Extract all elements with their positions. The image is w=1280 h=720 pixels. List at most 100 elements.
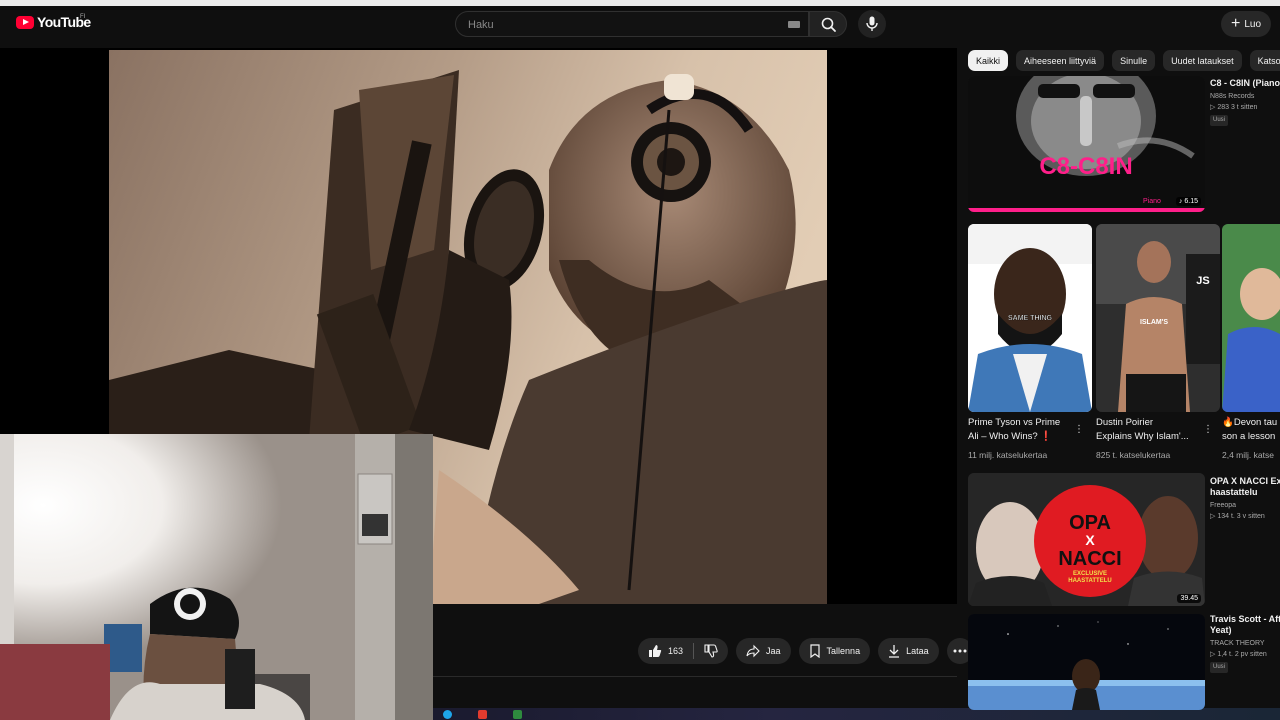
short-title-line1: Prime Tyson vs Prime [968, 417, 1061, 428]
c8-thumbnail-subtitle: Piano [1143, 198, 1161, 205]
game-taskbar-icon[interactable] [513, 710, 522, 719]
video-stats-text: 134 t. 3 v sitten [1217, 513, 1265, 520]
video-title[interactable]: C8 - C8IN (Piano [1210, 78, 1280, 89]
new-badge: Uusi [1210, 662, 1229, 673]
video-title[interactable]: Travis Scott - Aft [1210, 614, 1280, 625]
poirier-short-image: JS ISLAM'S [1096, 224, 1220, 412]
more-horizontal-icon [953, 649, 967, 653]
short-title[interactable]: 🔥Devon tau son a lesson [1222, 416, 1280, 444]
search-input[interactable] [468, 17, 768, 32]
thumbs-up-icon [649, 645, 662, 657]
like-button[interactable]: 163 [638, 638, 693, 664]
like-count: 163 [668, 646, 684, 656]
webcam-overlay [0, 434, 433, 720]
chip-related[interactable]: Aiheeseen liittyviä [1016, 50, 1105, 71]
short-menu-icon[interactable]: ⋮ [1074, 424, 1084, 435]
video-stats: ▷ 134 t. 3 v sitten [1210, 511, 1280, 522]
arena-logo-text: JS [1196, 275, 1209, 287]
duration-value: 6.15 [1184, 198, 1198, 205]
short-title-line1: Dustin Poirier [1096, 417, 1154, 428]
region-code: FI [80, 14, 86, 20]
bookmark-icon [809, 644, 820, 658]
search-box[interactable] [455, 11, 809, 37]
save-label: Tallenna [826, 646, 861, 656]
short-title[interactable]: Dustin Poirier Explains Why Islam'... [1096, 416, 1208, 444]
short-menu-icon[interactable]: ⋮ [1203, 424, 1213, 435]
filter-chips: Kaikki Aiheeseen liittyviä Sinulle Uudet… [968, 50, 1280, 72]
browser-taskbar-icon[interactable] [443, 710, 452, 719]
short-caption: ISLAM'S [1140, 319, 1168, 326]
video-thumbnail[interactable]: OPA X NACCI EXCLUSIVE HAASTATTELU 39.45 [968, 473, 1205, 606]
video-stats: ▷ 1,4 t. 2 pv sitten [1210, 649, 1280, 660]
video-thumbnail[interactable] [968, 614, 1205, 710]
chip-watched[interactable]: Katsot [1249, 50, 1280, 71]
download-icon [889, 645, 900, 658]
search-icon [821, 17, 836, 32]
travis-thumbnail-image [968, 614, 1205, 710]
create-label: Luo [1244, 18, 1262, 30]
short-views: 2,4 milj. katse [1222, 450, 1274, 460]
chip-all[interactable]: Kaikki [968, 50, 1009, 71]
thumbs-down-icon [704, 644, 718, 658]
save-button[interactable]: Tallenna [798, 638, 871, 664]
description-strip [433, 676, 957, 706]
plus-icon: + [1230, 15, 1241, 32]
video-meta: Travis Scott - Aft Yeat) TRACK THEORY ▷ … [1210, 614, 1280, 673]
video-meta: OPA X NACCI Exc haastattelu Freeopa ▷ 13… [1210, 476, 1280, 522]
short-caption: SAME THING [1008, 315, 1053, 322]
new-badge: Uusi [1210, 115, 1229, 126]
download-label: Lataa [906, 646, 929, 656]
short-thumbnail[interactable]: JS ISLAM'S [1096, 224, 1220, 412]
thumbnail-text-nacci: NACCI [1058, 548, 1121, 570]
thumbnail-text-x: X [1085, 532, 1095, 548]
c8-thumbnail-image: C8-C8IN Piano [968, 76, 1205, 212]
short-title-line2: Explains Why Islam'... [1096, 431, 1189, 442]
video-duration: 39.45 [1177, 594, 1201, 603]
video-thumbnail[interactable]: C8-C8IN Piano ♪ 6.15 [968, 76, 1205, 212]
action-bar: 163 Jaa Tallenna Lataa [638, 638, 973, 664]
video-meta: C8 - C8IN (Piano N88s Records ▷ 283 3 t … [1210, 78, 1280, 126]
short-title-line2: son a lesson [1222, 431, 1276, 442]
voice-search-button[interactable] [858, 10, 886, 38]
thumbnail-text-opa: OPA [1069, 512, 1111, 534]
video-stats: ▷ 283 3 t sitten [1210, 102, 1280, 113]
like-dislike-group: 163 [638, 638, 729, 664]
channel-name[interactable]: TRACK THEORY [1210, 638, 1280, 649]
keyboard-icon[interactable] [788, 21, 800, 28]
devon-short-image [1222, 224, 1280, 412]
tyson-short-image: SAME THING [968, 224, 1092, 412]
short-title[interactable]: Prime Tyson vs Prime Ali – Who Wins? ❗ [968, 416, 1080, 444]
video-title-line2[interactable]: Yeat) [1210, 625, 1280, 636]
microphone-icon [866, 16, 878, 31]
share-label: Jaa [766, 646, 781, 656]
short-title-line1: 🔥Devon tau [1222, 417, 1278, 428]
share-icon [746, 644, 760, 658]
thumbnail-text-exclusive: EXCLUSIVE [1073, 571, 1107, 577]
browser-strip [0, 0, 1280, 6]
opa-nacci-thumbnail-image: OPA X NACCI EXCLUSIVE HAASTATTELU [968, 473, 1205, 606]
download-button[interactable]: Lataa [878, 638, 939, 664]
short-thumbnail[interactable]: SAME THING [968, 224, 1092, 412]
masthead: YouTube FI + Luo [0, 0, 1280, 48]
video-title[interactable]: OPA X NACCI Exc [1210, 476, 1280, 487]
short-thumbnail[interactable] [1222, 224, 1280, 412]
app-taskbar-icon[interactable] [478, 710, 487, 719]
search-button[interactable] [809, 11, 847, 37]
youtube-play-icon [16, 15, 34, 29]
short-views: 825 t. katselukertaa [1096, 450, 1171, 460]
c8-thumbnail-title: C8-C8IN [1039, 153, 1132, 180]
video-stats-text: 283 3 t sitten [1217, 104, 1258, 111]
chip-recent-uploads[interactable]: Uudet lataukset [1163, 50, 1242, 71]
webcam-image [0, 434, 433, 720]
channel-name[interactable]: Freeopa [1210, 500, 1280, 511]
thumbnail-text-interview: HAASTATTELU [1068, 578, 1111, 584]
channel-name[interactable]: N88s Records [1210, 91, 1280, 102]
share-button[interactable]: Jaa [736, 638, 791, 664]
dislike-button[interactable] [694, 638, 728, 664]
create-button[interactable]: + Luo [1221, 11, 1271, 37]
video-duration: ♪ 6.15 [1175, 197, 1201, 206]
short-title-line2: Ali – Who Wins? ❗ [968, 431, 1053, 442]
chip-for-you[interactable]: Sinulle [1112, 50, 1156, 71]
video-stats-text: 1,4 t. 2 pv sitten [1217, 651, 1267, 658]
video-title-line2[interactable]: haastattelu [1210, 487, 1280, 498]
